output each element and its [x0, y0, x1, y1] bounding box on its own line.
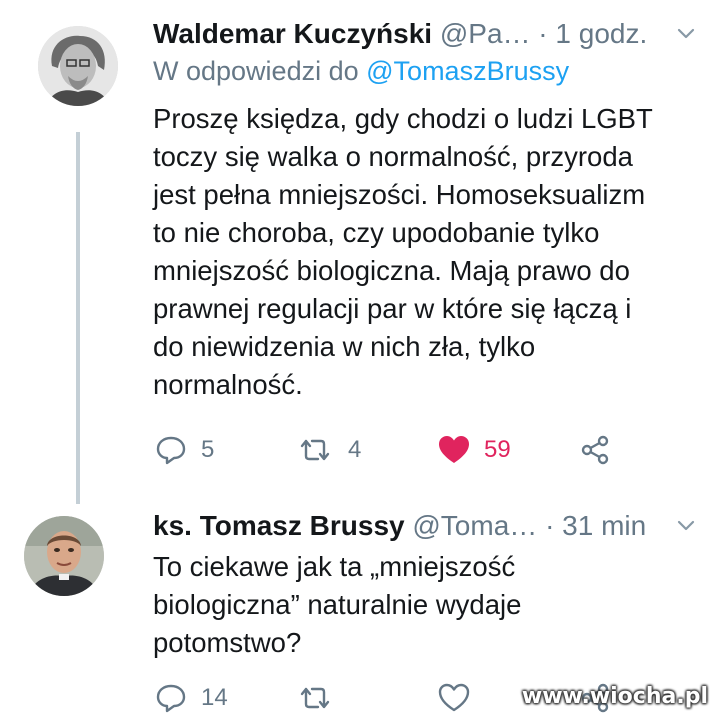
tweet-header: ks. Tomasz Brussy @Toma… · 31 min: [153, 506, 646, 546]
reply-prefix: W odpowiedzi do: [153, 56, 359, 86]
retweet-icon: [296, 434, 334, 466]
tweet-text-line: prawnej regulacji par w które się łączą …: [153, 293, 632, 324]
retweet-count: 4: [348, 436, 362, 463]
author-name[interactable]: Waldemar Kuczyński: [153, 18, 432, 49]
tweet-text-line: potomstwo?: [153, 627, 302, 658]
tweet-text-line: do niewidzenia w nich zła, tylko: [153, 331, 536, 362]
reply-count: 14: [201, 684, 228, 711]
tweet-text: To ciekawe jak ta „mniejszość biologiczn…: [153, 548, 708, 662]
share-button[interactable]: [579, 430, 611, 470]
author-handle[interactable]: @Pa…: [440, 18, 531, 49]
like-count: 59: [484, 436, 511, 463]
separator-dot: ·: [545, 510, 555, 541]
avatar[interactable]: [24, 516, 104, 596]
reply-icon: [155, 682, 187, 714]
tweet-text: Proszę księdza, gdy chodzi o ludzi LGBT …: [153, 100, 708, 404]
tweet-actions: 5 4 59: [0, 430, 720, 470]
tweet-text-line: To ciekawe jak ta „mniejszość: [153, 551, 516, 582]
retweet-button[interactable]: [296, 678, 334, 718]
watermark: www.wiocha.pl: [521, 684, 708, 709]
tweet-header: Waldemar Kuczyński @Pa… · 1 godz.: [153, 14, 647, 54]
share-icon: [579, 434, 611, 466]
tweet-text-line: Proszę księdza, gdy chodzi o ludzi LGBT: [153, 103, 653, 134]
retweet-icon: [296, 682, 334, 714]
avatar[interactable]: [38, 26, 118, 106]
heart-icon: [438, 435, 470, 465]
tweet-text-line: normalność.: [153, 369, 303, 400]
reply-count: 5: [201, 436, 215, 463]
tweet-text-line: toczy się walka o normalność, przyroda: [153, 141, 633, 172]
tweet-text-line: biologiczna” naturalnie wydaje: [153, 589, 522, 620]
reply-context: W odpowiedzi do @TomaszBrussy: [153, 56, 569, 87]
reply-button[interactable]: 14: [155, 678, 228, 718]
timestamp[interactable]: 1 godz.: [555, 18, 647, 49]
separator-dot: ·: [538, 18, 548, 49]
like-button[interactable]: [438, 678, 470, 718]
chevron-down-icon[interactable]: [676, 24, 696, 49]
reply-button[interactable]: 5: [155, 430, 214, 470]
author-handle[interactable]: @Toma…: [412, 510, 537, 541]
tweet-text-line: mniejszość biologiczna. Mają prawo do: [153, 255, 630, 286]
chevron-down-icon[interactable]: [676, 516, 696, 541]
tweet-waldemar[interactable]: Waldemar Kuczyński @Pa… · 1 godz. W odpo…: [0, 0, 720, 504]
reply-icon: [155, 434, 187, 466]
like-button[interactable]: 59: [438, 430, 511, 470]
reply-mention-link[interactable]: @TomaszBrussy: [366, 56, 569, 86]
author-name[interactable]: ks. Tomasz Brussy: [153, 510, 405, 541]
heart-outline-icon: [438, 683, 470, 713]
retweet-button[interactable]: 4: [296, 430, 361, 470]
tweet-text-line: jest pełna mniejszości. Homoseksualizm: [153, 179, 646, 210]
timestamp[interactable]: 31 min: [562, 510, 646, 541]
tweet-text-line: to nie choroba, czy upodobanie tylko: [153, 217, 600, 248]
